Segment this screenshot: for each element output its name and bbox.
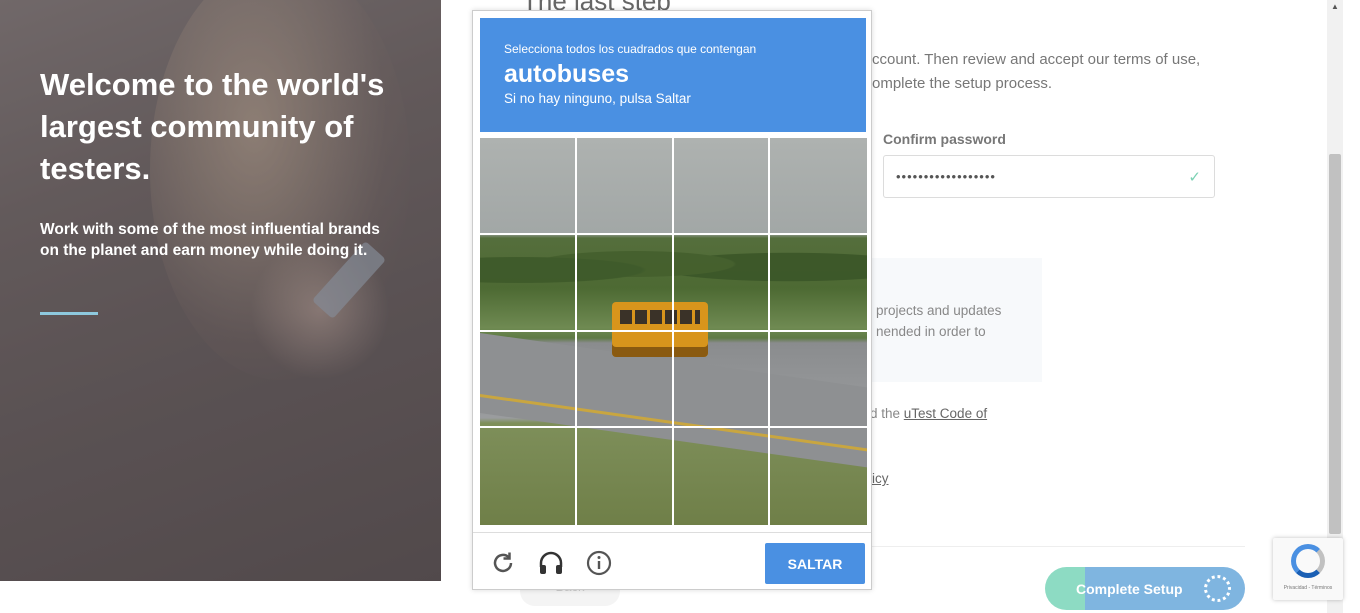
divider — [862, 546, 1245, 547]
confirm-password-value: •••••••••••••••••• — [896, 169, 996, 184]
check-icon: ✓ — [1188, 168, 1202, 186]
captcha-tile[interactable] — [770, 138, 867, 235]
code-of-conduct-text: d the uTest Code of — [870, 406, 988, 421]
hero-subtext: Work with some of the most influential b… — [40, 221, 380, 259]
captcha-instruction: Selecciona todos los cuadrados que conte… — [504, 42, 757, 56]
captcha-tile[interactable] — [577, 332, 674, 429]
loading-spinner-icon — [1204, 575, 1231, 602]
scrollbar[interactable]: ▲ — [1327, 0, 1343, 613]
hero-panel: Welcome to the world's largest community… — [0, 0, 441, 581]
scroll-thumb[interactable] — [1329, 154, 1341, 534]
captcha-header: Selecciona todos los cuadrados que conte… — [480, 18, 866, 132]
captcha-tile[interactable] — [674, 332, 771, 429]
captcha-tile[interactable] — [577, 235, 674, 332]
captcha-tile[interactable] — [674, 428, 771, 525]
complete-setup-button[interactable]: Complete Setup — [1045, 567, 1245, 610]
code-of-conduct-link[interactable]: uTest Code of — [904, 406, 987, 421]
hero-divider — [40, 312, 98, 315]
captcha-tile[interactable] — [577, 138, 674, 235]
captcha-footer: SALTAR — [473, 532, 871, 590]
recaptcha-badge-text: Privacidad - Términos — [1283, 585, 1333, 591]
captcha-keyword: autobuses — [504, 60, 630, 88]
reload-icon[interactable] — [489, 549, 517, 577]
intro-text: ccount. Then review and accept our terms… — [872, 51, 1201, 92]
confirm-password-label: Confirm password — [883, 131, 1006, 147]
captcha-tile[interactable] — [480, 332, 577, 429]
headphones-icon[interactable] — [537, 549, 565, 577]
captcha-tile[interactable] — [480, 138, 577, 235]
captcha-tile[interactable] — [674, 235, 771, 332]
skip-button[interactable]: SALTAR — [765, 543, 865, 584]
captcha-tile[interactable] — [770, 428, 867, 525]
captcha-tile[interactable] — [480, 235, 577, 332]
captcha-tile[interactable] — [674, 138, 771, 235]
recaptcha-logo-icon — [1291, 544, 1325, 578]
confirm-password-field[interactable]: •••••••••••••••••• ✓ — [883, 155, 1215, 198]
captcha-tile[interactable] — [770, 235, 867, 332]
captcha-tile[interactable] — [480, 428, 577, 525]
recaptcha-badge[interactable]: Privacidad - Términos — [1273, 538, 1343, 600]
captcha-tile[interactable] — [770, 332, 867, 429]
info-icon[interactable] — [585, 549, 613, 577]
captcha-image-grid — [480, 138, 867, 525]
captcha-hint: Si no hay ninguno, pulsa Saltar — [504, 91, 691, 106]
captcha-dialog: Selecciona todos los cuadrados que conte… — [472, 10, 872, 590]
complete-setup-label: Complete Setup — [1076, 580, 1183, 597]
hero-heading: Welcome to the world's largest community… — [40, 67, 385, 186]
privacy-policy-link[interactable]: icy — [872, 471, 889, 486]
captcha-tile[interactable] — [577, 428, 674, 525]
info-text: projects and updates nended in order to — [876, 303, 1002, 339]
scroll-up-arrow-icon[interactable]: ▲ — [1327, 2, 1343, 11]
